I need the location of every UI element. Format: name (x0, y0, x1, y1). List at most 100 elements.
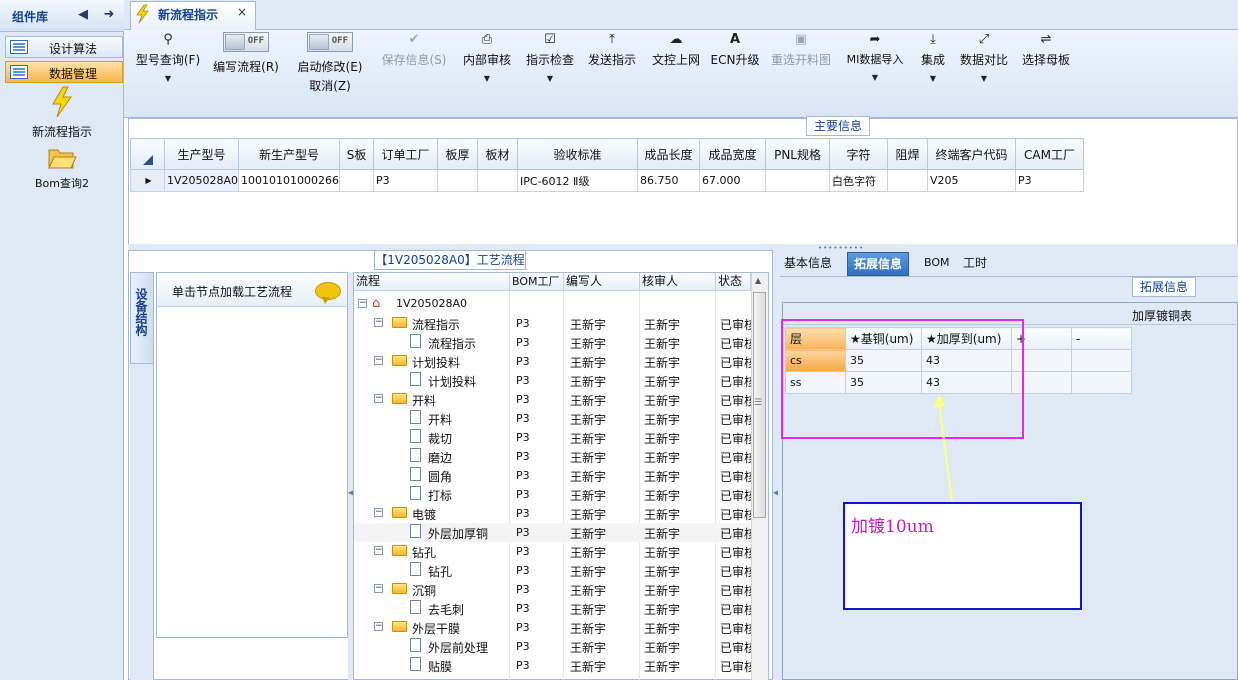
collapse-left-icon[interactable]: ◀ (74, 6, 92, 24)
tree-row[interactable]: 去毛刺 P3 王新宇 王新宇 已审核 (354, 599, 751, 618)
internal-review-button[interactable]: ⎙ 内部审核 ▼ (460, 32, 514, 104)
tree-row[interactable]: 打标 P3 王新宇 王新宇 已审核 (354, 485, 751, 504)
cell-standard[interactable]: IPC-6012 Ⅱ级 (517, 169, 639, 192)
document-online-button[interactable]: ☁ 文控上网 (648, 32, 704, 104)
cell-thickness[interactable] (437, 169, 479, 192)
collapse-icon[interactable]: − (374, 356, 383, 365)
tree-row[interactable]: − 电镀 P3 王新宇 王新宇 已审核 (354, 504, 751, 523)
column-header[interactable]: 订单工厂 (373, 138, 439, 170)
cell-width[interactable]: 67.000 (699, 169, 767, 192)
column-header[interactable]: PNL规格 (765, 138, 831, 170)
tool-bom-query[interactable]: Bom查询2 (0, 146, 124, 191)
tree-row[interactable]: − 计划投料 P3 王新宇 王新宇 已审核 (354, 352, 751, 371)
cell-cam-factory[interactable]: P3 (1015, 169, 1085, 192)
column-header[interactable]: 核审人 (640, 273, 716, 291)
cell-length[interactable]: 86.750 (637, 169, 701, 192)
column-header[interactable]: 成品长度 (637, 138, 701, 170)
collapse-icon[interactable]: − (374, 394, 383, 403)
toggle-switch[interactable]: OFF (223, 32, 269, 52)
cell-model[interactable]: 1V205028A0 (163, 169, 240, 192)
column-header[interactable]: CAM工厂 (1015, 138, 1085, 170)
cell-solder-mask[interactable] (887, 169, 929, 192)
tab-basic-info[interactable]: 基本信息 (778, 252, 838, 276)
column-header[interactable]: 生产型号 (163, 138, 240, 170)
integration-button[interactable]: ⤓ 集成 ▼ (916, 32, 950, 104)
column-header[interactable]: 状态 (716, 273, 751, 291)
column-header[interactable]: BOM工厂 (510, 273, 564, 291)
collapse-icon[interactable]: − (374, 622, 383, 631)
sign-in-icon: ➦ (869, 32, 881, 47)
column-header[interactable]: 字符 (829, 138, 889, 170)
start-modify-toggle[interactable]: OFF 启动修改(E) 取消(Z) (292, 32, 368, 104)
instruction-check-button[interactable]: ☑ 指示检查 ▼ (523, 32, 577, 104)
tool-new-process-instruction[interactable]: 新流程指示 (0, 86, 124, 140)
cell-material[interactable] (477, 169, 519, 192)
cell-order-factory[interactable]: P3 (373, 169, 439, 192)
tree-row[interactable]: − 钻孔 P3 王新宇 王新宇 已审核 (354, 542, 751, 561)
scroll-up-icon[interactable]: ▲ (755, 276, 761, 285)
collapse-icon[interactable]: − (358, 299, 367, 308)
toggle-switch[interactable]: OFF (307, 32, 353, 52)
cell-bom-factory: P3 (516, 317, 530, 330)
column-header[interactable]: 编写人 (564, 273, 640, 291)
tab-bom[interactable]: BOM (918, 252, 956, 276)
collapse-icon[interactable]: − (374, 318, 383, 327)
data-compare-button[interactable]: ⤢ 数据对比 ▼ (956, 32, 1012, 104)
edit-process-toggle[interactable]: OFF 编写流程(R) (208, 32, 284, 104)
cell-reviewer: 王新宇 (644, 356, 681, 370)
ribbon-label-cancel[interactable]: 取消(Z) (292, 77, 368, 94)
cell-pnl[interactable] (765, 169, 831, 192)
category-design-algorithm[interactable]: 设计算法 (5, 36, 123, 58)
cell-s-board[interactable] (339, 169, 375, 192)
tab-extension-info[interactable]: 拓展信息 (847, 252, 910, 276)
cell-new-model[interactable]: 10010101000266 (238, 169, 341, 192)
select-motherboard-button[interactable]: ⇌ 选择母板 (1018, 32, 1074, 104)
close-icon[interactable]: × (237, 5, 247, 19)
tree-root-row[interactable]: − ⌂ 1V205028A0 (354, 295, 751, 314)
column-header[interactable]: 成品宽度 (699, 138, 767, 170)
ecn-upgrade-button[interactable]: A ECN升级 (710, 32, 760, 104)
tree-row[interactable]: − 流程指示 P3 王新宇 王新宇 已审核 (354, 314, 751, 333)
tree-row[interactable]: 外层加厚铜 P3 王新宇 王新宇 已审核 (354, 523, 751, 542)
collapse-icon[interactable]: − (374, 508, 383, 517)
cell-customer-code[interactable]: V205 (927, 169, 1017, 192)
grid-corner[interactable] (130, 138, 165, 170)
column-header[interactable]: 流程 (354, 273, 510, 291)
tree-row[interactable]: 外层前处理 P3 王新宇 王新宇 已审核 (354, 637, 751, 656)
remove-row-button[interactable]: - (1071, 327, 1132, 350)
category-data-management[interactable]: 数据管理 (5, 61, 123, 83)
model-query-button[interactable]: ⚲ 型号查询(F) ▼ (131, 32, 205, 104)
cell-empty[interactable] (1071, 349, 1132, 372)
collapse-icon[interactable]: − (374, 546, 383, 555)
column-header[interactable]: S板 (339, 138, 375, 170)
column-header[interactable]: 板厚 (437, 138, 479, 170)
column-header[interactable]: 新生产型号 (238, 138, 341, 170)
tree-row[interactable]: − 沉铜 P3 王新宇 王新宇 已审核 (354, 580, 751, 599)
cell-writer: 王新宇 (570, 489, 607, 503)
tree-row[interactable]: − 开料 P3 王新宇 王新宇 已审核 (354, 390, 751, 409)
tree-row[interactable]: 流程指示 P3 王新宇 王新宇 已审核 (354, 333, 751, 352)
tree-row[interactable]: 贴膜 P3 王新宇 王新宇 已审核 (354, 656, 751, 675)
cell-character[interactable]: 白色字符 (829, 169, 889, 192)
tree-row[interactable]: 钻孔 P3 王新宇 王新宇 已审核 (354, 561, 751, 580)
column-header[interactable]: 板材 (477, 138, 519, 170)
save-info-button[interactable]: ✔ 保存信息(S) (378, 32, 450, 104)
tree-row[interactable]: 计划投料 P3 王新宇 王新宇 已审核 (354, 371, 751, 390)
tab-work-hours[interactable]: 工时 (957, 252, 993, 276)
pin-panel-icon[interactable]: ➜ (100, 6, 118, 24)
collapse-icon[interactable]: − (374, 584, 383, 593)
tree-row[interactable]: 裁切 P3 王新宇 王新宇 已审核 (354, 428, 751, 447)
column-header[interactable]: 阻焊 (887, 138, 929, 170)
column-header[interactable]: 验收标准 (517, 138, 639, 170)
send-instruction-button[interactable]: ⤒ 发送指示 (585, 32, 639, 104)
mi-data-import-button[interactable]: ➦ MI数据导入 ▼ (841, 32, 909, 104)
table-row[interactable]: ▶ 1V205028A0 10010101000266 P3 IPC-6012 … (130, 169, 1085, 192)
tree-row[interactable]: − 外层干膜 P3 王新宇 王新宇 已审核 (354, 618, 751, 637)
tree-row[interactable]: 开料 P3 王新宇 王新宇 已审核 (354, 409, 751, 428)
column-header[interactable]: 终端客户代码 (927, 138, 1017, 170)
folder-open-icon (48, 149, 77, 169)
tree-row[interactable]: 圆角 P3 王新宇 王新宇 已审核 (354, 466, 751, 485)
cell-empty[interactable] (1071, 371, 1132, 394)
tree-row[interactable]: 磨边 P3 王新宇 王新宇 已审核 (354, 447, 751, 466)
reselect-cutting-chart-button[interactable]: ▣ 重选开料图 (768, 32, 834, 104)
